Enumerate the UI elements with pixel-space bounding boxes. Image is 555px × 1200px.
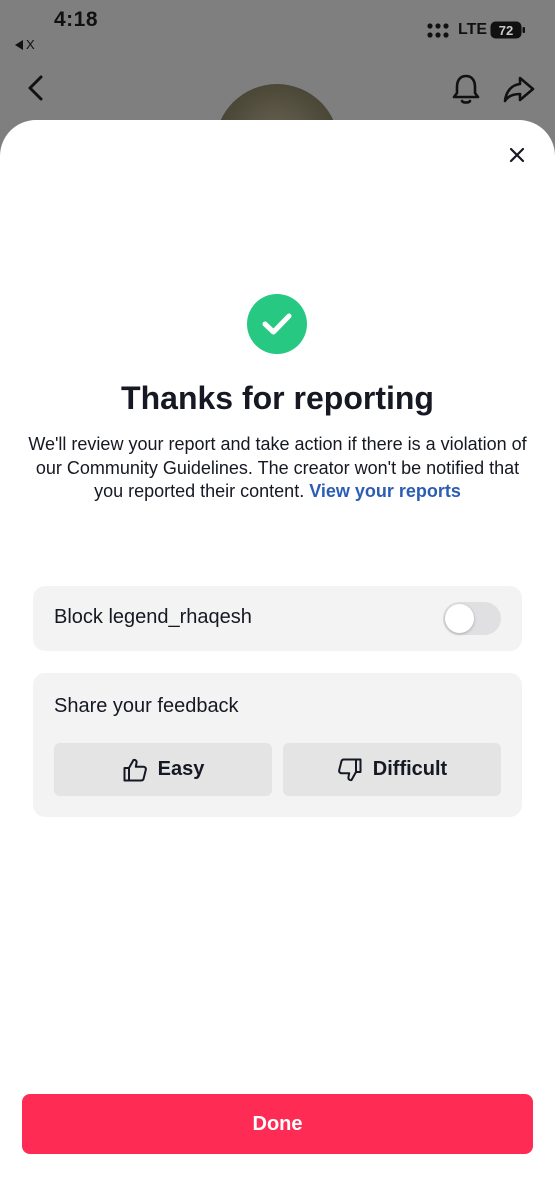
success-check-badge <box>247 294 307 354</box>
thumbs-down-icon <box>337 758 362 781</box>
difficult-label: Difficult <box>372 758 448 780</box>
battery-icon: 72 <box>490 21 525 39</box>
battery-level: 72 <box>499 23 513 38</box>
page-title: Thanks for reporting <box>121 380 434 416</box>
block-user-row: Block legend_rhaqesh <box>33 586 522 651</box>
easy-feedback-button[interactable]: Easy <box>54 743 272 796</box>
status-time: 4:18 <box>54 8 99 31</box>
thumbs-up-icon <box>123 758 147 781</box>
close-icon <box>509 147 525 163</box>
view-reports-link[interactable]: View your reports <box>309 481 461 501</box>
share-icon[interactable] <box>501 72 537 106</box>
back-to-app[interactable]: X <box>15 37 35 52</box>
difficult-feedback-button[interactable]: Difficult <box>283 743 501 796</box>
block-user-toggle[interactable] <box>443 602 501 635</box>
easy-label: Easy <box>157 758 205 780</box>
checkmark-icon <box>262 313 292 335</box>
back-app-label: X <box>26 37 35 52</box>
feedback-card: Share your feedback Easy Difficult <box>33 673 522 817</box>
feedback-label: Share your feedback <box>54 695 239 717</box>
report-message: We'll review your report and take action… <box>28 433 527 504</box>
bell-icon[interactable] <box>448 72 484 106</box>
back-triangle-icon <box>15 39 23 50</box>
signal-icon <box>427 23 449 38</box>
block-user-label: Block legend_rhaqesh <box>54 606 252 628</box>
done-button[interactable]: Done <box>22 1094 533 1154</box>
report-confirmation-sheet <box>0 120 555 1200</box>
chevron-left-icon[interactable] <box>22 72 50 104</box>
network-label: LTE <box>458 21 488 38</box>
toggle-knob <box>445 604 474 633</box>
close-button[interactable] <box>500 138 534 172</box>
